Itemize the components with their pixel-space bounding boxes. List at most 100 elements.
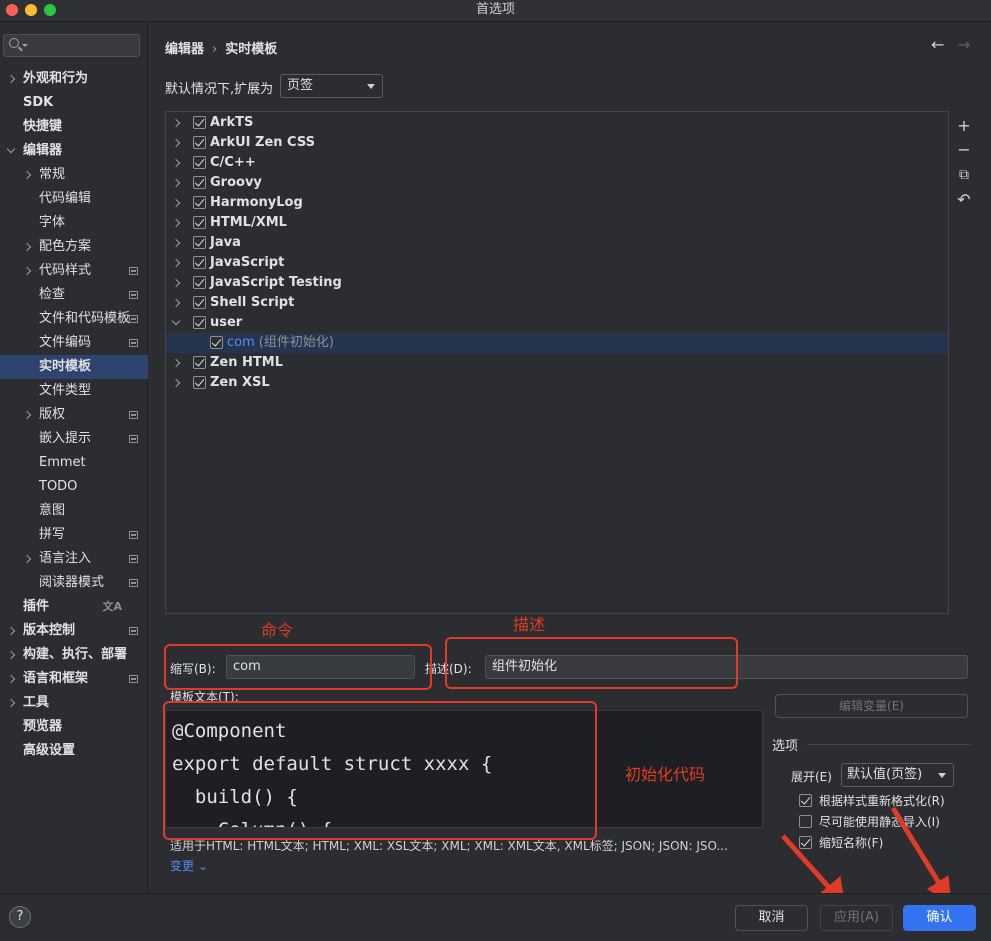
chevron-right-icon[interactable] [171,218,181,228]
close-window-button[interactable] [6,4,18,16]
sidebar-item[interactable]: 外观和行为 [0,67,148,91]
template-group-row[interactable]: Groovy [166,173,948,193]
sidebar-item[interactable]: 编辑器 [0,139,148,163]
expand-with-select[interactable]: 页签 [280,74,383,98]
chevron-right-icon[interactable] [22,554,32,564]
template-checkbox[interactable] [210,336,223,349]
chevron-right-icon[interactable] [22,410,32,420]
template-checkbox[interactable] [193,356,206,369]
chevron-right-icon[interactable] [22,266,32,276]
template-checkbox[interactable] [193,376,206,389]
template-checkbox[interactable] [193,216,206,229]
sidebar-item[interactable]: 常规 [0,163,148,187]
edit-variables-button[interactable]: 编辑变量(E) [775,694,968,718]
zoom-window-button[interactable] [44,4,56,16]
shorten-names-checkbox[interactable] [799,836,812,849]
template-checkbox[interactable] [193,196,206,209]
chevron-right-icon[interactable] [6,74,16,84]
sidebar-item[interactable]: 文件和代码模板 [0,307,148,331]
chevron-right-icon[interactable] [22,242,32,252]
template-checkbox[interactable] [193,116,206,129]
chevron-right-icon[interactable] [171,178,181,188]
sidebar-item[interactable]: 构建、执行、部署 [0,643,148,667]
chevron-right-icon[interactable] [22,170,32,180]
minimize-window-button[interactable] [25,4,37,16]
chevron-right-icon[interactable] [171,358,181,368]
sidebar-item[interactable]: 字体 [0,211,148,235]
reformat-checkbox[interactable] [799,794,812,807]
template-row[interactable]: com (组件初始化) [166,333,948,353]
chevron-down-icon[interactable] [6,144,16,154]
template-group-row[interactable]: user [166,313,948,333]
template-group-row[interactable]: ArkUI Zen CSS [166,133,948,153]
template-group-row[interactable]: C/C++ [166,153,948,173]
settings-search-input[interactable] [3,34,140,57]
sidebar-item[interactable]: 检查 [0,283,148,307]
template-checkbox[interactable] [193,276,206,289]
sidebar-item[interactable]: 配色方案 [0,235,148,259]
change-contexts-link[interactable]: 变更 ⌄ [170,857,208,874]
template-checkbox[interactable] [193,176,206,189]
chevron-right-icon[interactable] [171,378,181,388]
sidebar-item[interactable]: SDK [0,91,148,115]
template-checkbox[interactable] [193,156,206,169]
chevron-right-icon[interactable] [171,158,181,168]
sidebar-item[interactable]: 阅读器模式 [0,571,148,595]
chevron-right-icon[interactable] [6,626,16,636]
sidebar-item[interactable]: 工具 [0,691,148,715]
template-checkbox[interactable] [193,296,206,309]
add-icon[interactable]: + [955,117,973,135]
template-checkbox[interactable] [193,236,206,249]
copy-icon[interactable]: ⧉ [955,166,973,184]
chevron-right-icon[interactable] [171,278,181,288]
chevron-right-icon[interactable] [171,258,181,268]
help-button[interactable]: ? [9,906,31,928]
template-group-row[interactable]: Zen XSL [166,373,948,393]
sidebar-item[interactable]: 高级设置 [0,739,148,763]
chevron-down-icon[interactable] [171,316,181,326]
sidebar-item[interactable]: 语言和框架 [0,667,148,691]
sidebar-item[interactable]: 快捷键 [0,115,148,139]
template-checkbox[interactable] [193,136,206,149]
sidebar-item[interactable]: 语言注入 [0,547,148,571]
sidebar-item[interactable]: 实时模板 [0,355,148,379]
sidebar-item[interactable]: 代码编辑 [0,187,148,211]
back-arrow-icon[interactable]: ← [931,35,944,54]
sidebar-item[interactable]: Emmet [0,451,148,475]
sidebar-item[interactable]: 版本控制 [0,619,148,643]
template-checkbox[interactable] [193,256,206,269]
static-import-checkbox[interactable] [799,815,812,828]
sidebar-item[interactable]: 预览器 [0,715,148,739]
chevron-right-icon[interactable] [171,138,181,148]
template-group-row[interactable]: Shell Script [166,293,948,313]
template-group-row[interactable]: JavaScript Testing [166,273,948,293]
forward-arrow-icon[interactable]: → [957,35,970,54]
restore-icon[interactable]: ↶ [955,191,973,209]
chevron-right-icon[interactable] [6,698,16,708]
chevron-right-icon[interactable] [171,198,181,208]
remove-icon[interactable]: − [955,141,973,159]
template-group-row[interactable]: Java [166,233,948,253]
chevron-right-icon[interactable] [171,298,181,308]
apply-button[interactable]: 应用(A) [820,905,893,931]
chevron-right-icon[interactable] [6,650,16,660]
template-group-row[interactable]: ArkTS [166,113,948,133]
template-group-row[interactable]: HTML/XML [166,213,948,233]
template-checkbox[interactable] [193,316,206,329]
breadcrumb-parent[interactable]: 编辑器 [165,42,204,57]
ok-button[interactable]: 确认 [903,905,976,931]
template-group-row[interactable]: Zen HTML [166,353,948,373]
chevron-right-icon[interactable] [171,238,181,248]
search-history-dropdown-icon[interactable] [22,44,28,47]
sidebar-item[interactable]: 文件编码 [0,331,148,355]
options-expand-select[interactable]: 默认值(页签) [841,763,954,787]
sidebar-item[interactable]: 插件 文A [0,595,148,619]
sidebar-item[interactable]: TODO [0,475,148,499]
sidebar-item[interactable]: 拼写 [0,523,148,547]
sidebar-item[interactable]: 版权 [0,403,148,427]
sidebar-item[interactable]: 嵌入提示 [0,427,148,451]
sidebar-item[interactable]: 文件类型 [0,379,148,403]
sidebar-item[interactable]: 代码样式 [0,259,148,283]
template-group-row[interactable]: HarmonyLog [166,193,948,213]
sidebar-item[interactable]: 意图 [0,499,148,523]
